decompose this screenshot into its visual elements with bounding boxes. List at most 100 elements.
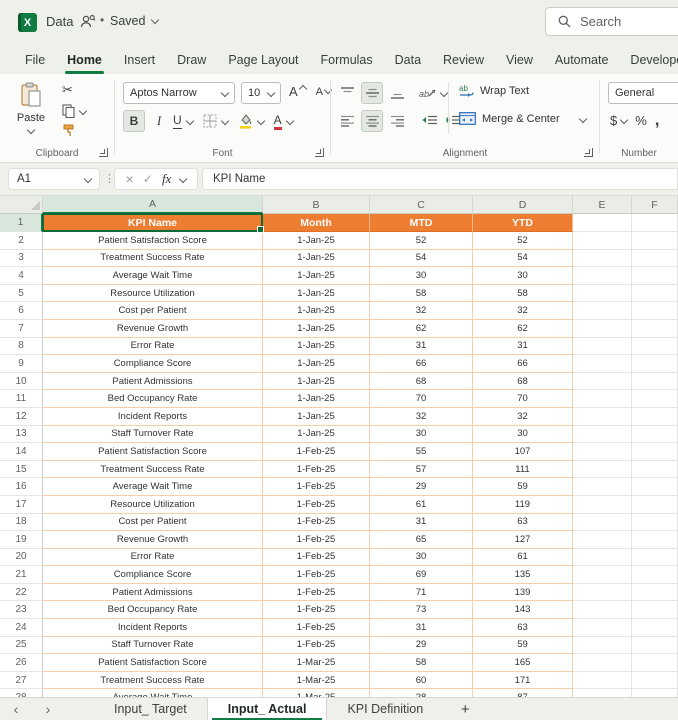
cell[interactable]: Patient Admissions [43, 372, 263, 391]
cell[interactable]: Patient Satisfaction Score [43, 232, 263, 250]
cell[interactable]: 70 [473, 390, 573, 408]
row-header-25[interactable]: 25 [0, 636, 43, 655]
cell[interactable]: 66 [370, 355, 473, 373]
cell[interactable] [632, 355, 678, 373]
cell[interactable]: 68 [370, 372, 473, 391]
cell[interactable]: 171 [473, 671, 573, 690]
cell[interactable] [573, 407, 632, 426]
document-title[interactable]: Data [46, 14, 73, 29]
cell[interactable]: 31 [473, 337, 573, 356]
cell[interactable] [573, 548, 632, 567]
cell[interactable] [632, 689, 678, 697]
cell[interactable]: Month [263, 214, 370, 232]
row-header-27[interactable]: 27 [0, 671, 43, 690]
cell[interactable]: 31 [370, 513, 473, 532]
cell[interactable]: 1-Mar-25 [263, 671, 370, 690]
cell[interactable] [573, 689, 632, 697]
cell[interactable]: 127 [473, 531, 573, 549]
ribbon-tab-file[interactable]: File [14, 45, 56, 74]
row-header-6[interactable]: 6 [0, 302, 43, 320]
cell[interactable] [573, 214, 632, 232]
currency-format-icon[interactable]: $ [610, 113, 629, 128]
row-header-5[interactable]: 5 [0, 284, 43, 303]
cell[interactable] [632, 443, 678, 461]
cell[interactable]: 119 [473, 495, 573, 514]
align-bottom-icon[interactable] [387, 83, 407, 103]
row-header-22[interactable]: 22 [0, 583, 43, 602]
cell[interactable]: 1-Jan-25 [263, 337, 370, 356]
orientation-icon[interactable]: ab [419, 86, 449, 100]
cell[interactable] [573, 478, 632, 496]
cell[interactable] [632, 566, 678, 584]
cell[interactable]: 59 [473, 636, 573, 655]
cell[interactable] [573, 495, 632, 514]
cancel-icon[interactable]: × [126, 171, 134, 187]
cell[interactable]: 66 [473, 355, 573, 373]
cell[interactable]: 30 [473, 267, 573, 285]
cell[interactable]: 59 [473, 478, 573, 496]
column-header-f[interactable]: F [632, 196, 678, 214]
cell[interactable]: 1-Jan-25 [263, 355, 370, 373]
cell[interactable]: 1-Feb-25 [263, 531, 370, 549]
ribbon-tab-draw[interactable]: Draw [166, 45, 217, 74]
cell[interactable]: 32 [473, 302, 573, 320]
sheet-nav-right-icon[interactable]: › [32, 698, 64, 720]
row-header-11[interactable]: 11 [0, 390, 43, 408]
format-painter-icon[interactable] [62, 124, 76, 137]
comma-format-icon[interactable]: , [655, 110, 660, 130]
cell[interactable]: 1-Jan-25 [263, 372, 370, 391]
row-header-1[interactable]: 1 [0, 214, 43, 232]
cell[interactable]: Staff Turnover Rate [43, 425, 263, 444]
row-header-8[interactable]: 8 [0, 337, 43, 356]
cell[interactable]: 62 [370, 319, 473, 338]
cell[interactable]: YTD [473, 214, 573, 232]
row-header-2[interactable]: 2 [0, 232, 43, 250]
ribbon-tab-data[interactable]: Data [384, 45, 432, 74]
cell[interactable]: 1-Feb-25 [263, 619, 370, 637]
cell[interactable]: Patient Satisfaction Score [43, 443, 263, 461]
sheet-tab-input-target[interactable]: Input_ Target [94, 698, 207, 720]
cell[interactable] [632, 636, 678, 655]
add-sheet-button[interactable]: + [443, 698, 487, 720]
cell[interactable] [632, 478, 678, 496]
cell[interactable]: 62 [473, 319, 573, 338]
copy-icon[interactable] [62, 104, 88, 118]
cell[interactable]: 165 [473, 654, 573, 672]
cell[interactable] [573, 636, 632, 655]
cell[interactable]: 1-Jan-25 [263, 425, 370, 444]
cell[interactable]: Revenue Growth [43, 531, 263, 549]
cell[interactable]: 1-Jan-25 [263, 319, 370, 338]
cell[interactable] [573, 601, 632, 620]
cell[interactable] [632, 319, 678, 338]
font-dialog-launcher-icon[interactable] [315, 148, 324, 157]
cell[interactable] [632, 425, 678, 444]
cell[interactable]: Average Wait Time [43, 689, 263, 697]
ribbon-tab-insert[interactable]: Insert [113, 45, 166, 74]
decrease-indent-icon[interactable] [419, 111, 439, 131]
row-header-28[interactable]: 28 [0, 689, 43, 697]
cell[interactable]: 1-Feb-25 [263, 601, 370, 620]
column-header-c[interactable]: C [370, 196, 473, 214]
row-header-17[interactable]: 17 [0, 495, 43, 514]
cell[interactable]: Revenue Growth [43, 319, 263, 338]
cell[interactable]: Compliance Score [43, 566, 263, 584]
cell[interactable]: 55 [370, 443, 473, 461]
font-name-select[interactable]: Aptos Narrow [123, 82, 235, 104]
cell[interactable]: Treatment Success Rate [43, 671, 263, 690]
decrease-font-size-icon[interactable]: A [316, 85, 333, 98]
cell[interactable]: 61 [370, 495, 473, 514]
cell[interactable]: Bed Occupancy Rate [43, 390, 263, 408]
align-center-icon[interactable] [361, 110, 383, 132]
row-header-15[interactable]: 15 [0, 460, 43, 479]
cell[interactable]: 29 [370, 636, 473, 655]
column-header-d[interactable]: D [473, 196, 573, 214]
sheet-tab-kpi-definition[interactable]: KPI Definition [327, 698, 443, 720]
row-header-26[interactable]: 26 [0, 654, 43, 672]
cell[interactable] [632, 548, 678, 567]
cell[interactable]: 143 [473, 601, 573, 620]
cell[interactable]: MTD [370, 214, 473, 232]
ribbon-tab-automate[interactable]: Automate [544, 45, 620, 74]
cell[interactable]: 87 [473, 689, 573, 697]
saved-status[interactable]: Saved [110, 14, 160, 28]
cell[interactable] [632, 302, 678, 320]
